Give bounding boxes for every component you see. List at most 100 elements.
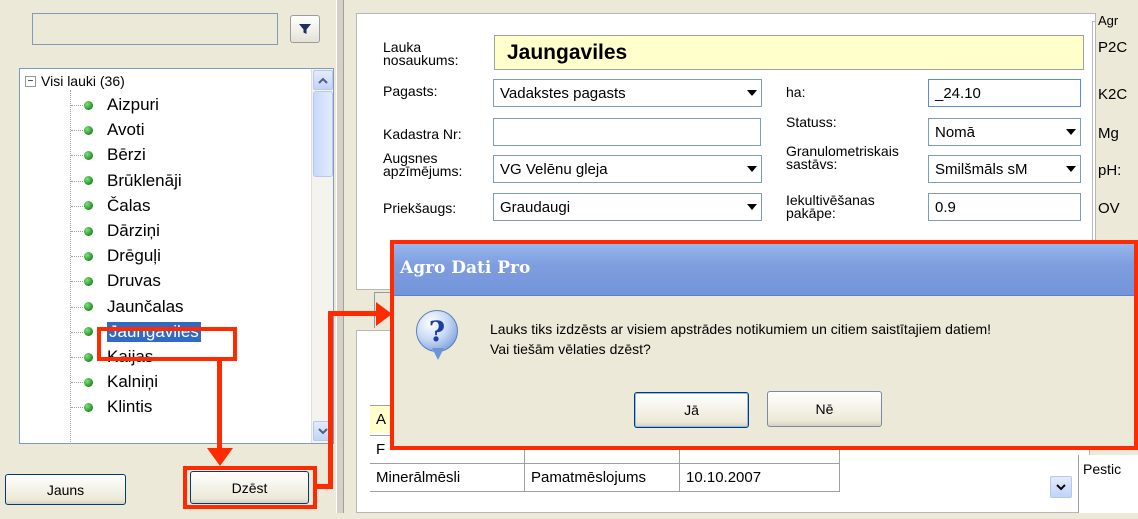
agro-line: pH: — [1098, 162, 1122, 179]
tree-item-label: Čalas — [107, 195, 151, 215]
field-tree: − Visi lauki (36) Aizpuri Avoti Bērzi Brūkl… — [19, 68, 334, 444]
name-label: Lauka nosaukums: — [383, 39, 459, 68]
tree-item-label: Klintis — [107, 397, 153, 417]
soil-value: VG Velēnu gleja — [500, 161, 608, 178]
tree-item-label: Jaunčalas — [107, 296, 184, 316]
tree-item[interactable]: Jaunčalas — [84, 295, 184, 319]
dialog-message-line1: Lauks tiks izdzēsts ar visiem apstrādes … — [490, 321, 992, 337]
field-bullet-icon — [84, 402, 93, 412]
chevron-down-icon — [318, 427, 328, 434]
tree-item-label: Bērzi — [107, 145, 146, 165]
field-bullet-icon — [84, 150, 93, 160]
tree-item[interactable]: Čalas — [84, 194, 150, 218]
ha-label: ha: — [786, 84, 806, 100]
arrow-line — [328, 311, 378, 316]
cadastre-field[interactable] — [493, 118, 761, 146]
dropdown-arrow-icon[interactable] — [1066, 129, 1076, 135]
question-icon: ? — [416, 310, 458, 352]
field-bullet-icon — [84, 201, 93, 211]
field-bullet-icon — [84, 176, 93, 186]
agro-group: Agr P2C K2C Mg pH: OV — [1092, 13, 1138, 263]
arrow-down-icon — [207, 448, 233, 466]
granulometric-value: Smilšmāls sM — [935, 161, 1028, 178]
dropdown-arrow-icon[interactable] — [747, 204, 757, 210]
tree-item[interactable]: Dārziņi — [84, 219, 160, 243]
table-row[interactable]: Minerālmēsli Pamatmēslojums 10.10.2007 — [370, 463, 840, 492]
lower-dropdown-button[interactable] — [1050, 476, 1072, 498]
tree-item[interactable]: Aizpuri — [84, 93, 159, 117]
table-row[interactable] — [370, 491, 840, 519]
tree-item-label: Dārziņi — [107, 221, 160, 240]
granulometric-select[interactable]: Smilšmāls sM — [928, 155, 1081, 183]
field-bullet-icon — [84, 251, 93, 261]
tree-item[interactable]: Brūklenāji — [84, 169, 182, 193]
delete-button-highlight — [183, 466, 317, 509]
search-input[interactable] — [32, 13, 278, 45]
table-cell: 10.10.2007 — [680, 464, 840, 492]
tree-item[interactable]: Bērzi — [84, 143, 146, 167]
field-bullet-icon — [84, 302, 93, 312]
left-panel: − Visi lauki (36) Aizpuri Avoti Bērzi Brūkl… — [0, 0, 336, 513]
splitter[interactable] — [336, 0, 344, 513]
cultivation-field[interactable]: 0.9 — [928, 193, 1081, 221]
prev-crop-select[interactable]: Graudaugi — [493, 193, 762, 221]
tree-item-label: Brūklenāji — [107, 170, 182, 190]
arrow-line — [217, 359, 222, 455]
soil-label: Augsnes apzīmējums: — [383, 150, 463, 179]
filter-icon — [299, 24, 311, 34]
question-icon-tail — [432, 348, 444, 360]
tree-root-label: Visi lauki (36) — [41, 73, 125, 89]
cultivation-label: Iekultivēšanas pakāpe: — [786, 192, 875, 221]
chevron-down-icon — [1056, 483, 1066, 490]
tree-item-label: Drēguļi — [107, 246, 161, 266]
field-bullet-icon — [84, 352, 93, 362]
dropdown-arrow-icon[interactable] — [747, 166, 757, 172]
filter-button[interactable] — [290, 15, 320, 43]
dialog-title: Agro Dati Pro — [400, 258, 531, 278]
tree-item[interactable]: Avoti — [84, 118, 145, 142]
tree-item-label: Kalniņi — [107, 372, 159, 392]
status-select[interactable]: Nomā — [928, 118, 1081, 146]
tree-item[interactable]: Kalniņi — [84, 370, 158, 394]
table-cell: Pamatmēslojums — [525, 464, 680, 492]
tree-connector — [70, 90, 71, 443]
dropdown-arrow-icon[interactable] — [1066, 166, 1076, 172]
no-button[interactable]: Nē — [767, 391, 882, 427]
agro-line: P2C — [1098, 39, 1128, 56]
cadastre-label: Kadastra Nr: — [383, 126, 462, 142]
arrow-line — [328, 311, 333, 489]
tree-root[interactable]: − Visi lauki (36) — [25, 72, 125, 90]
prev-crop-label: Priekšaugs: — [383, 200, 457, 216]
collapse-icon[interactable]: − — [25, 75, 36, 87]
parish-label: Pagasts: — [383, 83, 438, 99]
field-bullet-icon — [84, 377, 93, 387]
yes-button[interactable]: Jā — [634, 392, 749, 428]
agro-group-title: Agr — [1098, 13, 1119, 28]
new-button[interactable]: Jauns — [5, 474, 126, 505]
tree-item-label: Avoti — [107, 120, 145, 140]
agro-line: K2C — [1098, 86, 1128, 103]
tree-item[interactable]: Klintis — [84, 395, 152, 419]
parish-value: Vadakstes pagasts — [500, 85, 626, 102]
ha-field[interactable]: _24.10 — [928, 79, 1081, 107]
prev-crop-value: Graudaugi — [500, 199, 571, 216]
selected-item-highlight — [97, 327, 237, 361]
tree-item[interactable]: Druvas — [84, 269, 161, 293]
dropdown-arrow-icon[interactable] — [747, 90, 757, 96]
chevron-up-icon — [318, 77, 328, 84]
field-bullet-icon — [84, 276, 93, 286]
tree-item-label: Druvas — [107, 271, 161, 291]
agro-line: Mg — [1098, 125, 1119, 142]
field-bullet-icon — [84, 327, 93, 337]
dialog-title-bar[interactable]: Agro Dati Pro — [394, 244, 1134, 296]
scroll-thumb[interactable] — [313, 91, 333, 177]
parish-select[interactable]: Vadakstes pagasts — [493, 79, 762, 107]
name-field[interactable]: Jaungaviles — [494, 35, 1084, 70]
tree-item-label: Aizpuri — [107, 95, 159, 114]
field-bullet-icon — [84, 100, 93, 110]
tree-item[interactable]: Drēguļi — [84, 244, 161, 268]
soil-select[interactable]: VG Velēnu gleja — [493, 155, 762, 183]
status-value: Nomā — [935, 124, 976, 141]
scroll-up-button[interactable] — [313, 70, 333, 90]
pesticides-label: Pestic — [1078, 455, 1138, 513]
